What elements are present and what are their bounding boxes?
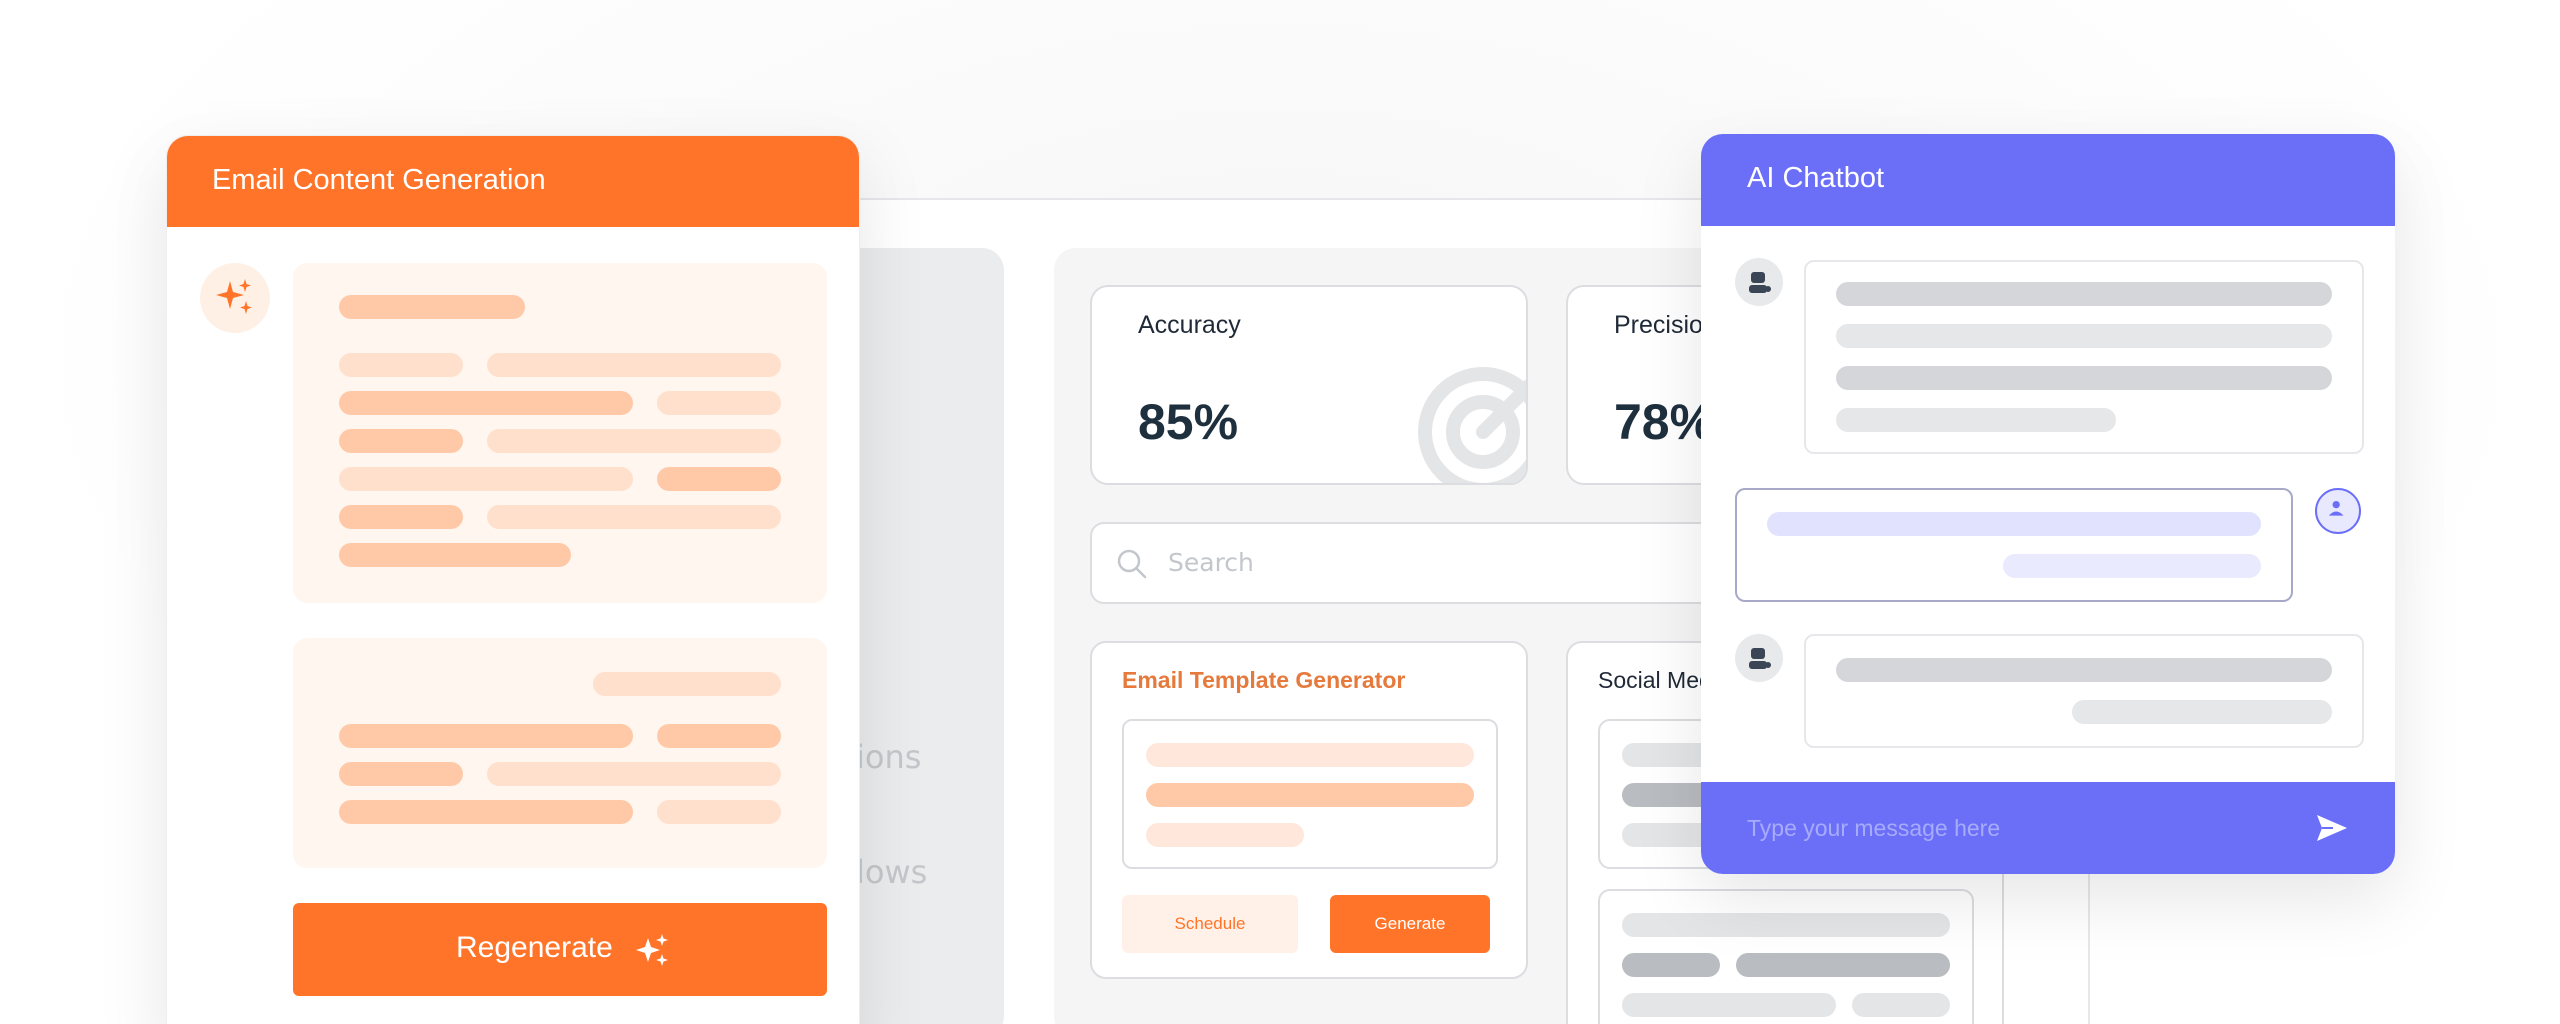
skeleton-line xyxy=(1622,913,1950,937)
email-template-generator-card: Email Template Generator Schedule Genera… xyxy=(1090,641,1528,979)
sparkle-icon xyxy=(636,934,668,966)
skeleton-line xyxy=(1767,512,2261,536)
social-post-preview xyxy=(1598,889,1974,1024)
ai-chatbot-panel: AI Chatbot xyxy=(1701,134,2395,874)
metric-label: Precisio xyxy=(1614,311,1703,339)
metric-card-accuracy: Accuracy 85% xyxy=(1090,285,1528,485)
sparkle-icon xyxy=(216,279,252,314)
skeleton-line xyxy=(487,429,781,453)
user-icon xyxy=(2328,500,2344,516)
sidebar-item-1[interactable]: ions xyxy=(856,738,921,776)
panel-header: Email Content Generation xyxy=(167,136,859,227)
ai-badge xyxy=(200,263,270,333)
skeleton-line xyxy=(1146,823,1304,847)
search-input[interactable]: Search xyxy=(1168,548,1254,577)
skeleton-line xyxy=(339,295,525,319)
metric-value: 85% xyxy=(1138,394,1239,450)
tool-title: Email Template Generator xyxy=(1122,667,1406,693)
user-avatar xyxy=(2315,488,2361,534)
skeleton-line xyxy=(339,800,633,824)
template-preview xyxy=(1122,719,1498,869)
skeleton-line xyxy=(1836,282,2332,306)
bot-icon xyxy=(1749,648,1771,669)
metric-value: 78% xyxy=(1614,394,1715,450)
skeleton-line xyxy=(487,353,781,377)
schedule-button[interactable]: Schedule xyxy=(1122,895,1298,953)
skeleton-line xyxy=(1836,408,2116,432)
generated-email-block xyxy=(293,638,827,868)
bot-message xyxy=(1804,634,2364,748)
bot-icon xyxy=(1749,272,1771,293)
skeleton-line xyxy=(487,762,781,786)
skeleton-line xyxy=(593,672,781,696)
skeleton-line xyxy=(1836,658,2332,682)
user-message xyxy=(1735,488,2293,602)
skeleton-line xyxy=(1836,324,2332,348)
generate-button[interactable]: Generate xyxy=(1330,895,1490,953)
skeleton-line xyxy=(657,467,781,491)
regenerate-button[interactable]: Regenerate xyxy=(293,903,827,996)
sidebar-item-2[interactable]: lows xyxy=(856,853,927,891)
panel-title: AI Chatbot xyxy=(1747,162,1885,194)
skeleton-line xyxy=(339,391,633,415)
skeleton-line xyxy=(1736,953,1950,977)
metric-label: Accuracy xyxy=(1138,311,1241,339)
bot-message xyxy=(1804,260,2364,454)
search-icon xyxy=(1117,549,1147,579)
skeleton-line xyxy=(657,391,781,415)
bot-avatar xyxy=(1735,634,1783,682)
skeleton-line xyxy=(339,724,633,748)
regenerate-label: Regenerate xyxy=(456,931,613,964)
generated-email-block xyxy=(293,263,827,603)
bot-avatar xyxy=(1735,258,1783,306)
skeleton-line xyxy=(657,724,781,748)
tool-title: Social Med xyxy=(1598,667,1712,693)
send-icon[interactable] xyxy=(2315,812,2349,844)
skeleton-line xyxy=(1836,366,2332,390)
panel-header: AI Chatbot xyxy=(1701,134,2395,226)
skeleton-line xyxy=(657,800,781,824)
skeleton-line xyxy=(339,353,463,377)
skeleton-line xyxy=(1622,993,1836,1017)
skeleton-line xyxy=(339,467,633,491)
skeleton-line xyxy=(1146,743,1474,767)
email-content-generation-panel: Email Content Generation Regenerate xyxy=(166,135,860,1024)
skeleton-line xyxy=(2072,700,2332,724)
panel-title: Email Content Generation xyxy=(212,164,546,196)
skeleton-line xyxy=(339,429,463,453)
skeleton-line xyxy=(339,762,463,786)
skeleton-line xyxy=(339,543,571,567)
chat-message-input[interactable] xyxy=(1747,810,2287,846)
skeleton-line xyxy=(1146,783,1474,807)
skeleton-line xyxy=(487,505,781,529)
skeleton-line xyxy=(1852,993,1950,1017)
skeleton-line xyxy=(2003,554,2261,578)
chat-input-bar xyxy=(1701,782,2395,874)
accuracy-target-icon xyxy=(1418,367,1526,483)
skeleton-line xyxy=(339,505,463,529)
skeleton-line xyxy=(1622,953,1720,977)
